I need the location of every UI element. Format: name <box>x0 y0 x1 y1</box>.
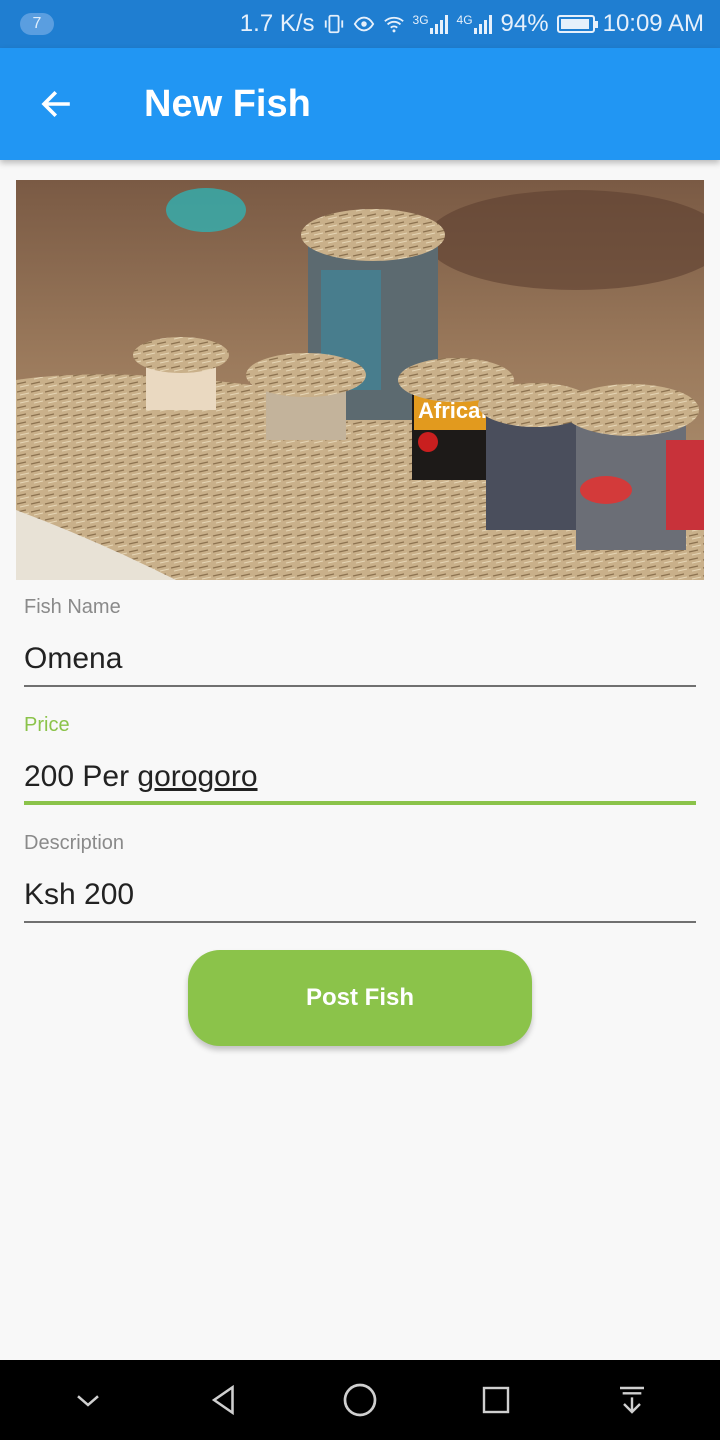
price-label: Price <box>24 714 70 736</box>
signal-4g-label: 4G <box>456 13 473 27</box>
description-input[interactable]: Ksh 200 <box>24 867 696 923</box>
clock: 10:09 AM <box>602 10 704 37</box>
status-bar: 7 1.7 K/s 3G 4G 94% 10:09 AM <box>0 0 720 48</box>
navigation-bar <box>0 1360 720 1440</box>
arrow-back-icon <box>41 90 70 118</box>
back-triangle-icon[interactable] <box>192 1368 256 1432</box>
home-circle-icon[interactable] <box>328 1368 392 1432</box>
eye-icon <box>353 13 375 35</box>
fish-image: Africafe <box>16 180 704 580</box>
app-bar: New Fish <box>0 48 720 160</box>
price-input[interactable]: 200 Per gorogoro <box>24 749 696 805</box>
post-fish-button[interactable]: Post Fish <box>188 950 532 1046</box>
wifi-icon <box>383 13 405 35</box>
battery-icon <box>556 15 598 33</box>
status-icons: 1.7 K/s 3G 4G 94% 10:09 AM <box>240 10 704 38</box>
page-title: New Fish <box>144 82 311 125</box>
network-speed: 1.7 K/s <box>239 10 315 37</box>
recents-square-icon[interactable] <box>464 1368 528 1432</box>
signal-4g-icon: 4G <box>457 13 493 35</box>
battery-percent: 94% <box>500 10 549 37</box>
fish-name-input[interactable]: Omena <box>24 631 696 687</box>
description-label: Description <box>24 832 125 854</box>
download-icon[interactable] <box>600 1368 664 1432</box>
fish-name-field: Fish Name Omena <box>24 596 696 687</box>
battery-fill <box>560 19 589 29</box>
fish-name-label: Fish Name <box>24 596 121 618</box>
description-field: Description Ksh 200 <box>24 832 696 923</box>
signal-3g-label: 3G <box>412 13 429 27</box>
vibrate-icon <box>323 13 345 35</box>
notification-badge: 7 <box>20 13 54 35</box>
price-value-text: 200 Per <box>24 760 138 793</box>
price-field: Price 200 Per gorogoro <box>24 714 696 805</box>
back-button[interactable] <box>24 72 88 136</box>
price-unit-text: gorogoro <box>137 760 258 793</box>
chevron-down-icon[interactable] <box>56 1368 120 1432</box>
signal-3g-icon: 3G <box>413 13 449 35</box>
